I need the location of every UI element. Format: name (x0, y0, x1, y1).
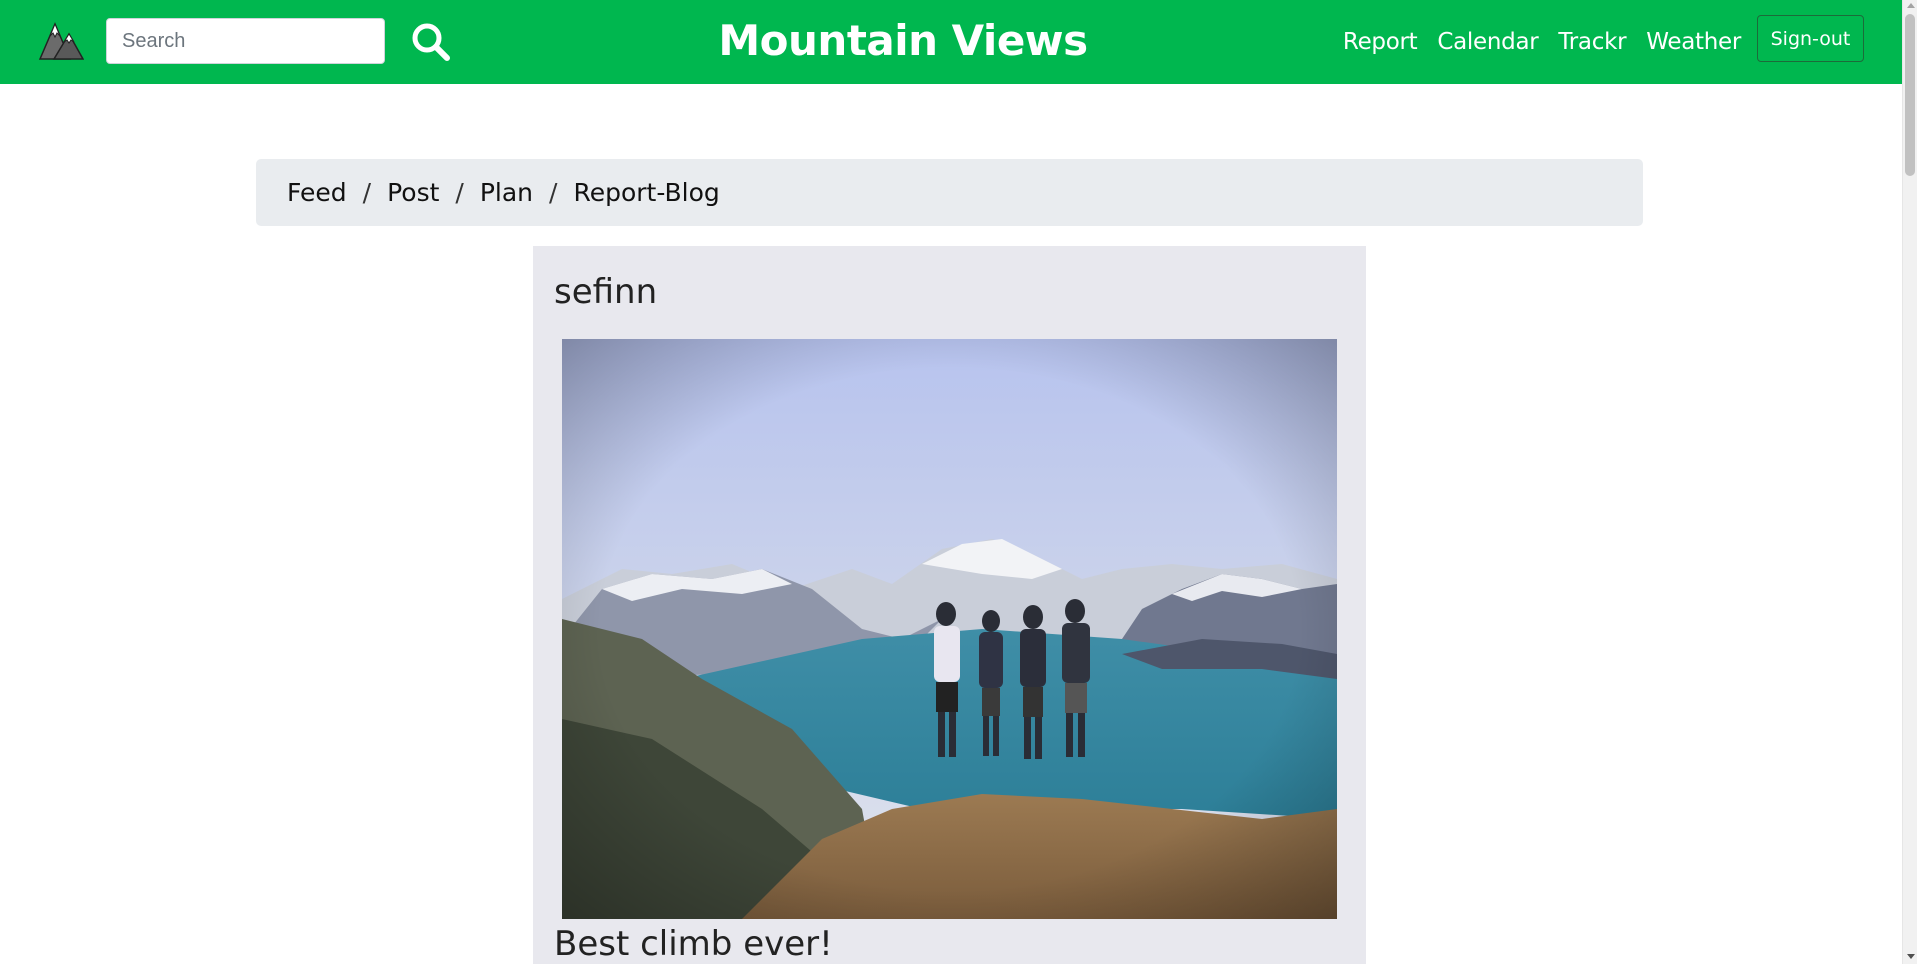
mountain-logo-icon[interactable] (38, 19, 85, 61)
post-author: sefinn (554, 272, 658, 312)
page-scrollbar[interactable] (1902, 0, 1917, 964)
post-photo (562, 339, 1337, 919)
breadcrumb-separator: / (455, 178, 464, 207)
search-input[interactable] (106, 18, 385, 64)
post-card: sefinn Best climb ever! (533, 246, 1366, 964)
nav-link-trackr[interactable]: Trackr (1558, 29, 1626, 55)
nav-link-report[interactable]: Report (1343, 29, 1418, 55)
breadcrumb-post[interactable]: Post (387, 178, 439, 207)
scroll-up-arrow-icon[interactable] (1907, 3, 1915, 8)
breadcrumb-report-blog[interactable]: Report-Blog (573, 178, 719, 207)
breadcrumb-feed[interactable]: Feed (287, 178, 347, 207)
post-caption: Best climb ever! (554, 924, 833, 964)
breadcrumb-separator: / (549, 178, 558, 207)
nav-link-calendar[interactable]: Calendar (1437, 29, 1538, 55)
signout-button[interactable]: Sign-out (1757, 15, 1864, 62)
nav-link-weather[interactable]: Weather (1646, 29, 1741, 55)
scroll-down-arrow-icon[interactable] (1907, 954, 1915, 959)
top-navbar: Mountain Views Report Calendar Trackr We… (0, 0, 1902, 84)
breadcrumb-separator: / (362, 178, 372, 207)
nav-links: Report Calendar Trackr Weather (1343, 0, 1741, 84)
search-button[interactable] (408, 20, 454, 66)
scroll-thumb[interactable] (1905, 14, 1915, 176)
breadcrumb-plan[interactable]: Plan (480, 178, 533, 207)
breadcrumb: Feed / Post / Plan / Report-Blog (256, 159, 1643, 226)
search-icon (412, 23, 450, 61)
brand-title[interactable]: Mountain Views (718, 16, 1088, 65)
